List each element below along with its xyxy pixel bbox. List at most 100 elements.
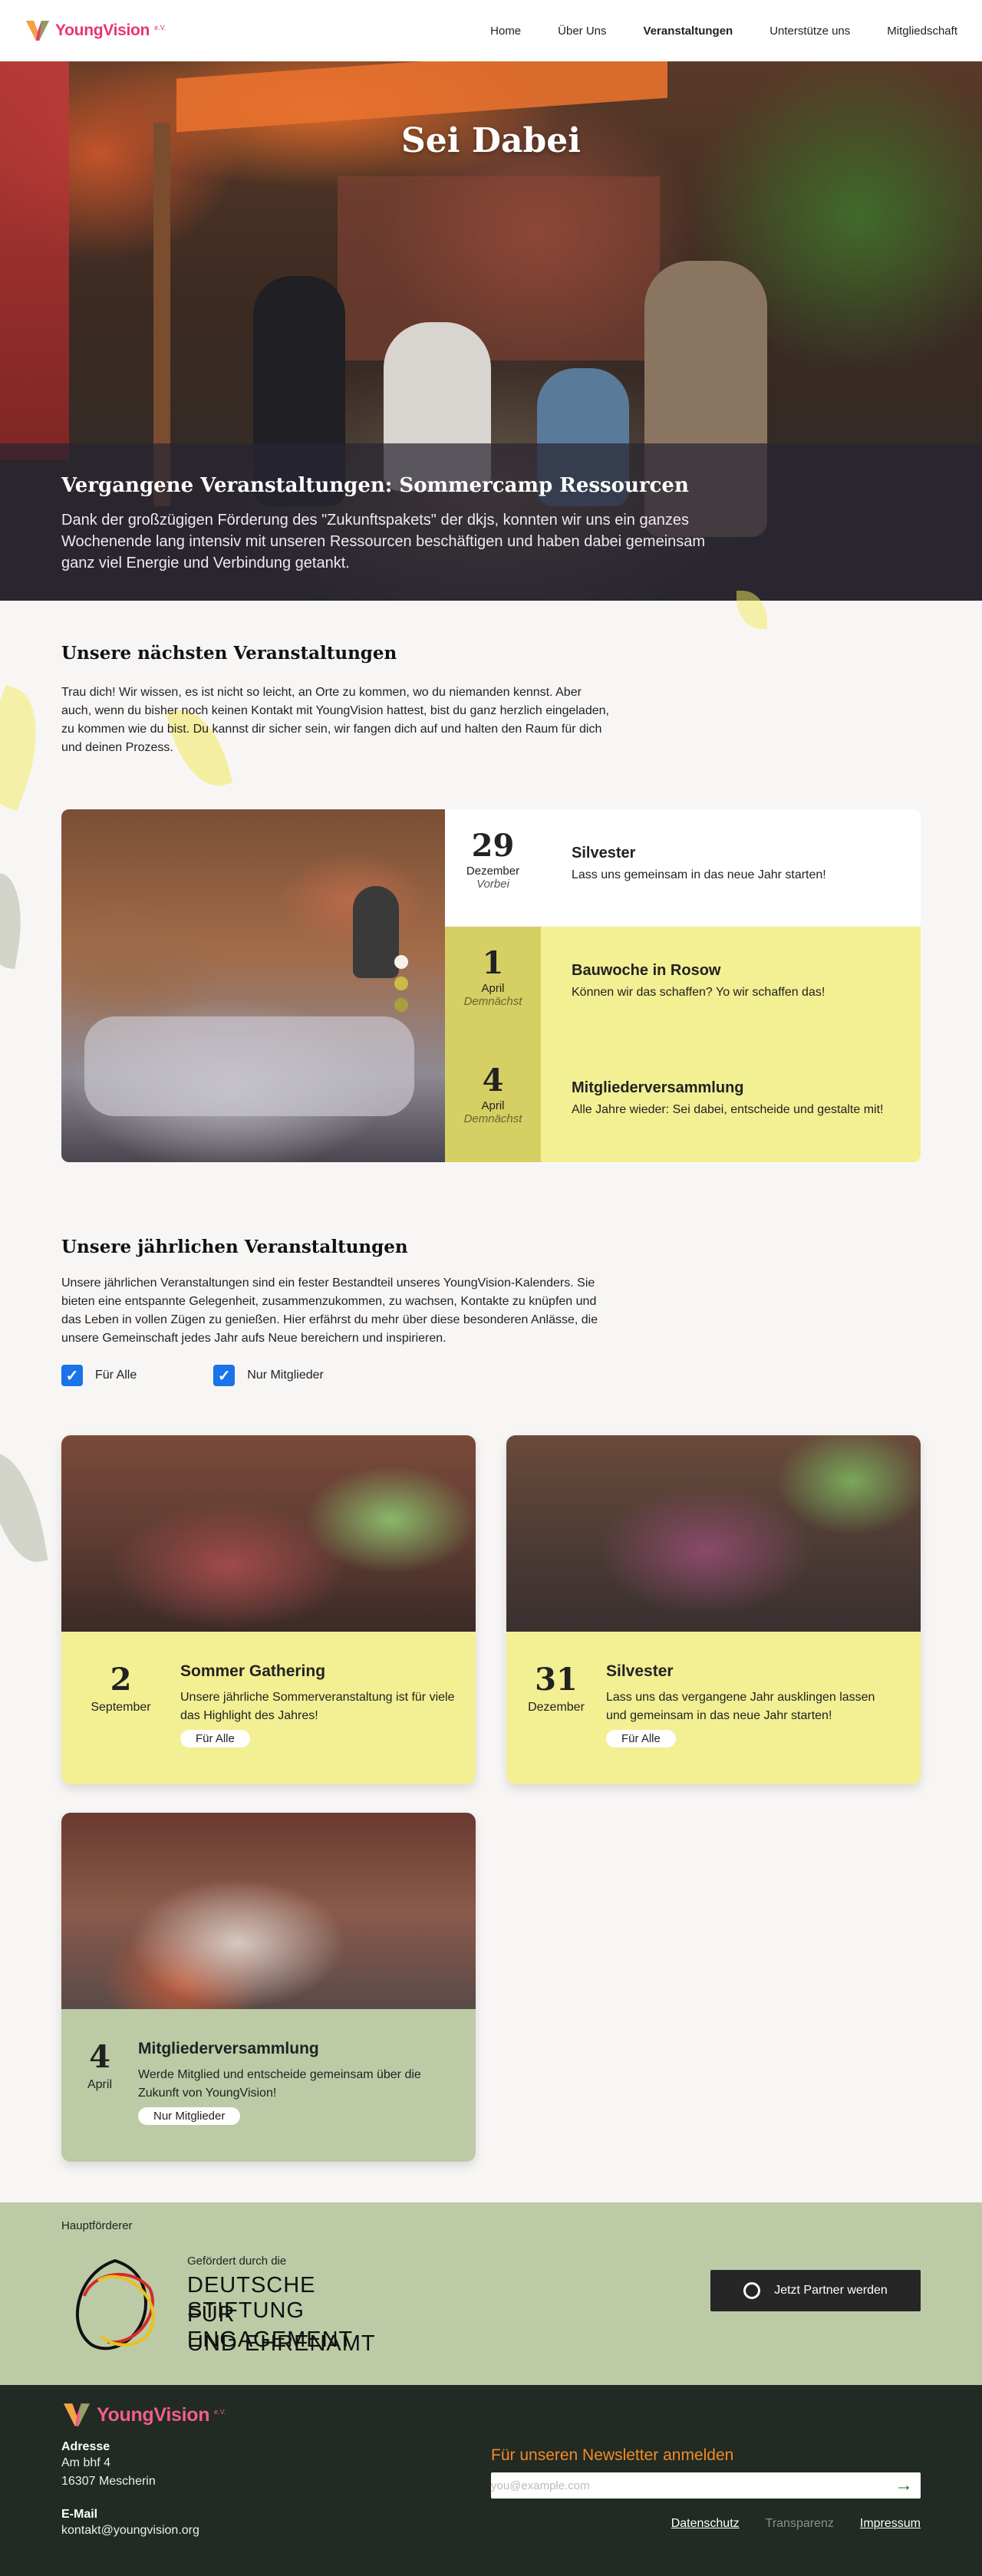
audience-badge: Für Alle xyxy=(606,1730,676,1748)
event-info: Mitgliederversammlung Werde Mitglied und… xyxy=(138,2040,453,2162)
event-title: Silvester xyxy=(606,1662,674,1680)
logo[interactable]: YoungVision e.V. xyxy=(25,19,166,42)
event-info: Bauwoche in Rosow Können wir das schaffe… xyxy=(541,927,825,1044)
event-month: Dezember xyxy=(528,1701,585,1714)
event-card-body: 4 April Mitgliederversammlung Werde Mitg… xyxy=(61,2009,476,2162)
event-title: Mitgliederversammlung xyxy=(138,2040,319,2057)
sponsor-name-line: UND EHRENAMT xyxy=(187,2331,376,2356)
hero-caption: Vergangene Veranstaltungen: Sommercamp R… xyxy=(0,443,982,601)
brick-wall-shape xyxy=(338,176,660,361)
event-date: 1 April Demnächst xyxy=(445,927,541,1044)
sponsor-logo[interactable]: Gefördert durch die DEUTSCHE STIFTUNG FÜ… xyxy=(61,2250,407,2365)
link-impressum[interactable]: Impressum xyxy=(860,2517,921,2531)
link-transparenz[interactable]: Transparenz xyxy=(766,2517,834,2531)
nav-ueber-uns[interactable]: Über Uns xyxy=(558,25,606,38)
become-partner-label: Jetzt Partner werden xyxy=(774,2284,888,2297)
event-description: Unsere jährliche Sommerveranstaltung ist… xyxy=(180,1691,455,1722)
hero-text: Dank der großzügigen Förderung des "Zuku… xyxy=(61,512,706,572)
filter-checkboxes: ✓ Für Alle ✓ Nur Mitglieder xyxy=(61,1365,921,1386)
filter-fuer-alle[interactable]: ✓ Für Alle xyxy=(61,1365,137,1386)
upcoming-events-panel: 29 Dezember Vorbei Silvester Lass uns ge… xyxy=(61,809,921,1162)
logo-suffix: e.V. xyxy=(214,2408,226,2416)
event-title: Sommer Gathering xyxy=(180,1662,326,1680)
become-partner-button[interactable]: Jetzt Partner werden xyxy=(710,2270,921,2311)
carousel-dot[interactable] xyxy=(394,977,408,990)
event-date: 2 September xyxy=(61,1662,180,1784)
event-day: 2 xyxy=(110,1662,132,1698)
sponsor-label: Hauptförderer xyxy=(61,2219,133,2232)
checkbox-checked-icon[interactable]: ✓ xyxy=(61,1365,83,1386)
event-card[interactable]: 4 April Mitgliederversammlung Werde Mitg… xyxy=(61,1813,476,2162)
next-events-section: Unsere nächsten Veranstaltungen Trau dic… xyxy=(0,643,982,757)
event-card-body: 2 September Sommer Gathering Unsere jähr… xyxy=(61,1632,476,1784)
carousel-dot-active[interactable] xyxy=(394,955,408,969)
annual-events-section: Unsere jährlichen Veranstaltungen Unsere… xyxy=(0,1237,982,1386)
arrow-right-icon[interactable]: → xyxy=(895,2475,913,2496)
filter-label: Nur Mitglieder xyxy=(247,1369,324,1382)
site-header: YoungVision e.V. Home Über Uns Veranstal… xyxy=(0,0,982,61)
dsee-emblem-icon xyxy=(75,2258,155,2350)
nav-home[interactable]: Home xyxy=(490,25,521,38)
event-date: 29 Dezember Vorbei xyxy=(445,809,541,926)
newsletter-email-input[interactable] xyxy=(491,2474,859,2497)
event-card[interactable]: 2 September Sommer Gathering Unsere jähr… xyxy=(61,1435,476,1784)
next-events-intro: Trau dich! Wir wissen, es ist nicht so l… xyxy=(61,686,609,754)
nav-veranstaltungen[interactable]: Veranstaltungen xyxy=(644,25,733,38)
event-title: Bauwoche in Rosow xyxy=(572,962,721,979)
upcoming-event[interactable]: 4 April Demnächst Mitgliederversammlung … xyxy=(445,1044,921,1162)
site-footer: YoungVision e.V. Adresse Am bhf 4 16307 … xyxy=(0,2385,982,2576)
event-status: Demnächst xyxy=(463,995,522,1008)
event-month: Dezember xyxy=(466,865,520,878)
blanket-shape xyxy=(84,1016,414,1116)
logo-mark-icon xyxy=(26,21,49,41)
footer-links: Datenschutz Transparenz Impressum xyxy=(671,2517,921,2531)
event-title: Silvester xyxy=(572,845,636,861)
event-info: Sommer Gathering Unsere jährliche Sommer… xyxy=(180,1662,464,1784)
next-events-title: Unsere nächsten Veranstaltungen xyxy=(61,643,397,664)
event-info: Silvester Lass uns gemeinsam in das neue… xyxy=(541,809,826,926)
newsletter-input-wrap: → xyxy=(491,2472,921,2499)
event-photo xyxy=(61,809,445,1162)
event-photo xyxy=(61,1435,476,1632)
event-date: 4 April xyxy=(61,2040,138,2162)
event-month: April xyxy=(481,1099,505,1112)
event-month: April xyxy=(87,2078,112,2091)
page-title: Sei Dabei xyxy=(401,121,581,160)
event-day: 1 xyxy=(482,945,504,981)
audience-badge: Nur Mitglieder xyxy=(138,2107,241,2125)
carousel-dots xyxy=(394,955,408,1012)
event-photo xyxy=(506,1435,921,1632)
upcoming-event[interactable]: 29 Dezember Vorbei Silvester Lass uns ge… xyxy=(445,809,921,926)
logo-text: YoungVision xyxy=(55,21,150,39)
person-shape xyxy=(353,886,399,978)
event-day: 31 xyxy=(535,1662,578,1698)
event-status: Demnächst xyxy=(463,1112,522,1125)
logo-text: YoungVision xyxy=(97,2403,210,2426)
nav-unterstuetze-uns[interactable]: Unterstütze uns xyxy=(769,25,850,38)
event-description: Können wir das schaffen? Yo wir schaffen… xyxy=(572,986,825,999)
logo-suffix: e.V. xyxy=(154,24,166,31)
logo-mark-icon xyxy=(64,2403,90,2426)
upcoming-event[interactable]: 1 April Demnächst Bauwoche in Rosow Könn… xyxy=(445,927,921,1044)
filter-label: Für Alle xyxy=(95,1369,137,1382)
event-month: April xyxy=(481,982,505,995)
checkbox-checked-icon[interactable]: ✓ xyxy=(213,1365,236,1386)
link-datenschutz[interactable]: Datenschutz xyxy=(671,2517,740,2531)
filter-nur-mitglieder[interactable]: ✓ Nur Mitglieder xyxy=(213,1365,324,1386)
hero-subtitle: Vergangene Veranstaltungen: Sommercamp R… xyxy=(61,474,689,497)
event-date: 4 April Demnächst xyxy=(445,1044,541,1162)
annual-events-title: Unsere jährlichen Veranstaltungen xyxy=(61,1237,408,1257)
sponsor-section: Hauptförderer Gefördert durch die DEUTSC… xyxy=(0,2202,982,2385)
footer-logo[interactable]: YoungVision e.V. xyxy=(61,2402,921,2428)
event-description: Lass uns gemeinsam in das neue Jahr star… xyxy=(572,868,826,881)
funded-by-label: Gefördert durch die xyxy=(187,2255,287,2268)
carousel-dot[interactable] xyxy=(394,998,408,1012)
nav-mitgliedschaft[interactable]: Mitgliedschaft xyxy=(887,25,957,38)
newsletter-form: Für unseren Newsletter anmelden → xyxy=(491,2446,921,2499)
event-card[interactable]: 31 Dezember Silvester Lass uns das verga… xyxy=(506,1435,921,1784)
newsletter-title: Für unseren Newsletter anmelden xyxy=(491,2446,734,2464)
event-info: Mitgliederversammlung Alle Jahre wieder:… xyxy=(541,1044,883,1162)
audience-badge: Für Alle xyxy=(180,1730,250,1748)
event-day: 29 xyxy=(471,828,515,864)
event-description: Werde Mitglied und entscheide gemeinsam … xyxy=(138,2068,421,2100)
